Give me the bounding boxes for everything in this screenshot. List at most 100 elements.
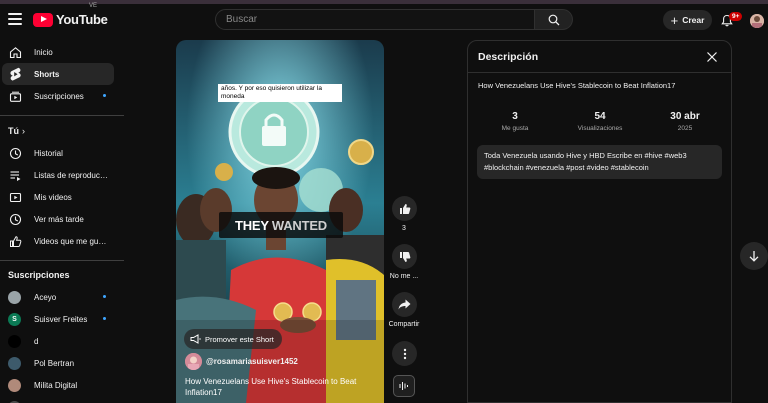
likes-label: Me gusta: [501, 125, 529, 132]
channel-name[interactable]: @rosamariasuisver1452: [206, 357, 298, 366]
description-panel: Descripción How Venezuelans Use Hive's S…: [467, 40, 732, 403]
channel-avatar[interactable]: [185, 353, 202, 370]
search-icon: [548, 14, 560, 26]
subscription-item[interactable]: Aceyo: [2, 286, 114, 308]
views-value: 54: [594, 111, 606, 122]
create-label: Crear: [682, 15, 705, 25]
sidebar-item-label: Historial: [34, 148, 63, 158]
thumbs-up-icon: [399, 203, 410, 214]
sidebar-item-playlists[interactable]: Listas de reproducción: [2, 164, 114, 186]
home-icon: [9, 46, 21, 58]
subscription-label: Suisver Freites: [34, 314, 88, 324]
thumbs-down-icon: [399, 251, 410, 262]
notification-badge: 9+: [729, 12, 743, 21]
top-header: YouTube VE + Crear 9+: [0, 3, 768, 36]
menu-icon[interactable]: [8, 13, 22, 25]
audio-waveform-icon: [399, 382, 408, 390]
youtube-play-icon: [33, 12, 53, 27]
subscriptions-section-title: Suscripciones: [8, 270, 70, 280]
sidebar-item-shorts[interactable]: Shorts: [2, 63, 114, 85]
sidebar-item-history[interactable]: Historial: [2, 142, 114, 164]
channel-avatar: [8, 290, 21, 304]
video-caption: años. Y por eso quisieron utilizar la mo…: [218, 84, 342, 102]
youtube-logo[interactable]: YouTube: [33, 12, 108, 27]
channel-avatar: [8, 334, 21, 348]
channel-info[interactable]: @rosamariasuisver1452: [185, 353, 298, 370]
my-videos-icon: [9, 192, 21, 202]
subscription-label: Aceyo: [34, 292, 57, 302]
more-options-button[interactable]: [392, 341, 417, 366]
sidebar-item-liked-videos[interactable]: Videos que me gustan: [2, 230, 114, 252]
sidebar-divider: [0, 115, 124, 116]
panel-video-title: How Venezuelans Use Hive's Stablecoin to…: [478, 81, 676, 90]
sidebar-item-home[interactable]: Inicio: [2, 41, 114, 63]
panel-title: Descripción: [478, 51, 539, 63]
views-label: Visualizaciones: [577, 125, 623, 132]
subscription-item[interactable]: JUGANDO GANAN...: [2, 396, 114, 403]
sidebar-item-subscriptions[interactable]: Suscripciones: [2, 85, 114, 107]
subscription-item[interactable]: S Suisver Freites: [2, 308, 114, 330]
dislike-label: No me ...: [389, 273, 419, 280]
sidebar-item-label: Shorts: [34, 69, 60, 79]
stat-date: 30 abr 2025: [645, 111, 725, 132]
sidebar-item-label: Videos que me gustan: [34, 236, 108, 246]
promote-short-button[interactable]: Promover este Short: [184, 329, 282, 349]
stat-views: 54 Visualizaciones: [560, 111, 640, 132]
sidebar: Inicio Shorts Suscripciones Tú › Historia…: [0, 36, 124, 403]
subscription-item[interactable]: Pol Bertran: [2, 352, 114, 374]
plus-icon: +: [670, 12, 679, 28]
subscription-item[interactable]: d: [2, 330, 114, 352]
panel-divider: [468, 72, 731, 73]
user-avatar[interactable]: [750, 14, 764, 28]
channel-avatar: [8, 378, 21, 392]
shorts-icon: [9, 67, 21, 81]
sidebar-item-my-videos[interactable]: Mis videos: [2, 186, 114, 208]
close-icon[interactable]: [706, 51, 718, 63]
sidebar-item-label: Suscripciones: [34, 91, 84, 101]
channel-avatar: [8, 356, 21, 370]
channel-avatar: S: [8, 312, 21, 326]
share-label: Compartir: [388, 321, 420, 328]
subscription-label: Pol Bertran: [34, 358, 75, 368]
history-icon: [9, 147, 21, 159]
promote-label: Promover este Short: [205, 334, 274, 344]
date-year: 2025: [677, 125, 693, 132]
like-count: 3: [402, 225, 406, 232]
like-button[interactable]: [392, 196, 417, 221]
share-icon: [398, 299, 411, 310]
liked-videos-icon: [9, 235, 21, 247]
subscription-item[interactable]: Milita Digital: [2, 374, 114, 396]
subscription-label: d: [34, 336, 39, 346]
share-button[interactable]: [392, 292, 417, 317]
more-vertical-icon: [403, 348, 406, 359]
search-box[interactable]: [215, 9, 535, 30]
description-text[interactable]: Toda Venezuela usando Hive y HBD Escribe…: [477, 145, 722, 179]
sidebar-item-watch-later[interactable]: Ver más tarde: [2, 208, 114, 230]
search-button[interactable]: [535, 9, 573, 30]
you-section-title[interactable]: Tú ›: [8, 126, 25, 136]
megaphone-icon: [190, 334, 201, 344]
new-content-dot: [103, 295, 106, 298]
short-title[interactable]: How Venezuelans Use Hive's Stablecoin to…: [185, 376, 375, 398]
search-input[interactable]: [226, 12, 526, 27]
sidebar-item-label: Mis videos: [34, 192, 72, 202]
likes-value: 3: [512, 111, 518, 122]
video-overlay-text: THEY WANTED: [219, 212, 343, 238]
date-value: 30 abr: [670, 111, 700, 122]
create-button[interactable]: + Crear: [663, 10, 712, 30]
playlists-icon: [10, 170, 20, 181]
next-short-button[interactable]: [740, 242, 768, 270]
sidebar-item-label: Ver más tarde: [34, 214, 84, 224]
sound-button[interactable]: [393, 375, 415, 397]
new-content-dot: [103, 317, 106, 320]
arrow-down-icon: [749, 251, 759, 262]
new-content-dot: [103, 94, 106, 97]
sidebar-item-label: Listas de reproducción: [34, 170, 108, 180]
dislike-button[interactable]: [392, 244, 417, 269]
sidebar-item-label: Inicio: [34, 47, 53, 57]
sidebar-divider: [0, 260, 124, 261]
stat-likes: 3 Me gusta: [475, 111, 555, 132]
country-code: VE: [89, 3, 98, 9]
logo-text: YouTube: [56, 12, 108, 27]
subscriptions-icon: [9, 91, 21, 102]
